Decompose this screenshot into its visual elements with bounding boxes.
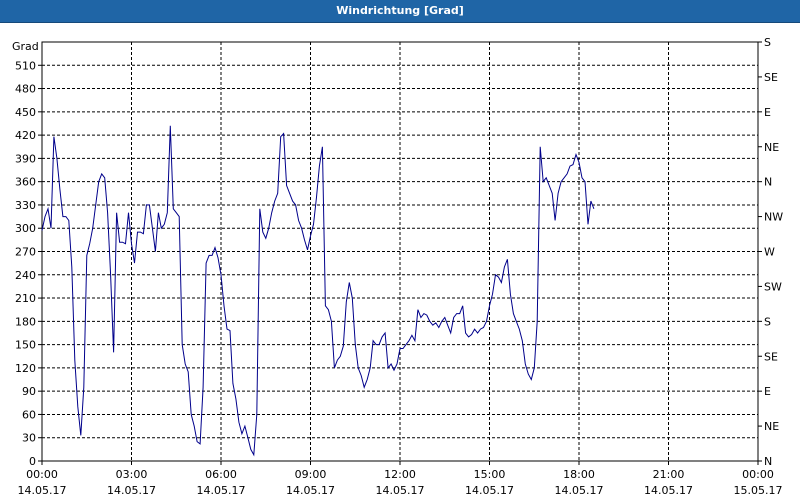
x-tick-date: 14.05.17 xyxy=(18,484,67,497)
x-tick-date: 15.05.17 xyxy=(734,484,783,497)
right-tick-label: NE xyxy=(764,141,779,154)
right-tick-label: NW xyxy=(764,211,783,224)
x-tick-time: 15:00 xyxy=(474,468,506,481)
x-tick-date: 14.05.17 xyxy=(107,484,156,497)
y-tick-label: 270 xyxy=(15,246,36,259)
y-tick-label: 120 xyxy=(15,362,36,375)
y-tick-label: 0 xyxy=(29,455,36,468)
y-tick-label: 420 xyxy=(15,129,36,142)
right-y-axis: N NE E SE S SW W NW N NE E SE S xyxy=(758,36,783,468)
x-tick-time: 18:00 xyxy=(563,468,595,481)
x-tick-time: 21:00 xyxy=(653,468,685,481)
x-tick-time: 06:00 xyxy=(205,468,237,481)
x-tick-date: 14.05.17 xyxy=(376,484,425,497)
right-tick-label: SE xyxy=(764,71,778,84)
y-tick-label: 330 xyxy=(15,199,36,212)
x-tick-date: 14.05.17 xyxy=(286,484,335,497)
right-tick-label: S xyxy=(764,315,771,328)
x-tick-time: 00:00 xyxy=(26,468,58,481)
right-tick-label: E xyxy=(764,385,771,398)
right-tick-label: SW xyxy=(764,280,782,293)
y-tick-label: 480 xyxy=(15,83,36,96)
y-tick-label: 510 xyxy=(15,59,36,72)
right-tick-label: S xyxy=(764,36,771,49)
x-tick-date: 14.05.17 xyxy=(465,484,514,497)
right-tick-label: N xyxy=(764,455,772,468)
y-axis-label: Grad xyxy=(12,40,39,53)
x-tick-time: 03:00 xyxy=(116,468,148,481)
y-tick-label: 450 xyxy=(15,106,36,119)
x-tick-time: 12:00 xyxy=(384,468,416,481)
y-tick-label: 210 xyxy=(15,292,36,305)
x-tick-date: 14.05.17 xyxy=(197,484,246,497)
y-tick-label: 240 xyxy=(15,269,36,282)
y-tick-label: 30 xyxy=(22,432,36,445)
right-tick-label: W xyxy=(764,246,775,259)
x-axis: 00:00 14.05.17 03:00 14.05.17 06:00 14.05.17 0… xyxy=(18,461,783,497)
x-tick-time: 00:00 xyxy=(742,468,774,481)
right-tick-label: SE xyxy=(764,350,778,363)
y-tick-label: 180 xyxy=(15,315,36,328)
y-tick-label: 390 xyxy=(15,152,36,165)
x-tick-date: 14.05.17 xyxy=(555,484,604,497)
grid-lines xyxy=(42,42,758,461)
right-tick-label: NE xyxy=(764,420,779,433)
x-tick-date: 14.05.17 xyxy=(644,484,693,497)
y-tick-label: 360 xyxy=(15,176,36,189)
right-tick-label: E xyxy=(764,106,771,119)
y-tick-label: 150 xyxy=(15,339,36,352)
series-line xyxy=(41,125,595,457)
y-tick-label: 90 xyxy=(22,385,36,398)
chart-canvas: Grad 0 30 60 90 120 150 180 210 240 270 300 330 360 3… xyxy=(12,36,783,497)
left-y-axis: 0 30 60 90 120 150 180 210 240 270 300 330 360 390 420… xyxy=(15,59,42,468)
y-tick-label: 60 xyxy=(22,408,36,421)
y-tick-label: 300 xyxy=(15,222,36,235)
right-tick-label: N xyxy=(764,176,772,189)
x-tick-time: 09:00 xyxy=(295,468,327,481)
